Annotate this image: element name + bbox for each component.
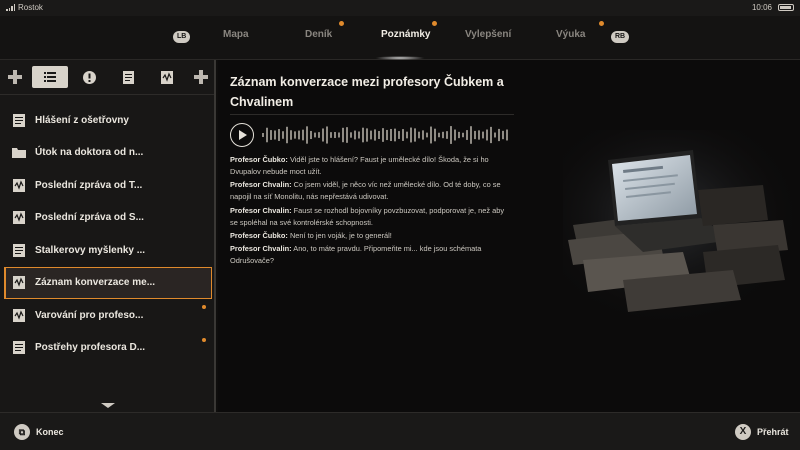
filter-important-button[interactable] (71, 66, 107, 88)
dialogue-line: Profesor Čubko: Viděl jste to hlášení? F… (230, 154, 505, 178)
note-title: Záznam konverzace mezi profesory Čubkem … (230, 75, 504, 109)
tab-denik[interactable]: Deník (305, 21, 345, 40)
document-icon (122, 70, 134, 84)
divider (230, 114, 514, 115)
list-item-label: Poslední zpráva od T... (35, 179, 143, 191)
filter-audio-button[interactable] (149, 66, 185, 88)
list-item[interactable]: Poslední zpráva od T... (0, 169, 214, 202)
dialogue-line: Profesor Čubko: Není to jen voják, je to… (230, 230, 505, 242)
carrier-info: Rostok (6, 3, 43, 12)
audio-document-icon (12, 178, 26, 192)
tab-vyuka[interactable]: Výuka (556, 21, 605, 40)
list-item[interactable]: Varování pro profeso... (0, 299, 214, 332)
filter-bar (6, 66, 210, 88)
list-item-label: Hlášení z ošetřovny (35, 114, 129, 126)
note-body: Profesor Čubko: Viděl jste to hlášení? F… (230, 154, 505, 269)
tab-label: Poznámky (381, 29, 431, 40)
unread-dot (432, 21, 438, 26)
filter-all-button[interactable] (32, 66, 68, 88)
tab-poznamky[interactable]: Poznámky (381, 21, 438, 40)
note-detail: Záznam konverzace mezi profesory Čubkem … (218, 60, 800, 412)
dialogue-line: Profesor Chvalin: Ano, to máte pravdu. P… (230, 243, 505, 267)
speaker-name: Profesor Čubko: (230, 155, 288, 164)
play-button[interactable] (230, 123, 254, 147)
document-icon (12, 341, 26, 355)
x-button-icon[interactable]: X (735, 424, 751, 440)
audio-document-icon (12, 308, 26, 322)
filter-documents-button[interactable] (110, 66, 146, 88)
status-bar: Rostok 10:06 (0, 0, 800, 16)
divider (0, 94, 214, 95)
alert-icon (82, 70, 96, 84)
list-item-label: Útok na doktora od n... (35, 147, 144, 159)
laptop-illustration (563, 130, 793, 320)
play-label[interactable]: Přehrát (757, 427, 789, 437)
list-item-label: Záznam konverzace me... (35, 277, 156, 289)
battery-icon (778, 4, 794, 11)
speaker-name: Profesor Chvalin: (230, 244, 292, 254)
list-item[interactable]: Postřehy profesora D... (0, 332, 214, 365)
list-item[interactable]: Poslední zpráva od S... (0, 202, 214, 235)
audio-document-icon (161, 70, 173, 84)
list-item[interactable]: Hlášení z ošetřovny (0, 104, 214, 137)
audio-player (230, 122, 515, 148)
unread-dot (339, 21, 345, 26)
list-item-label: Varování pro profeso... (35, 309, 144, 321)
dialogue-text: Není to jen voják, je to generál! (289, 230, 392, 240)
speaker-name: Profesor Chvalin: (230, 205, 292, 215)
list-item-label: Poslední zpráva od S... (35, 212, 144, 224)
unread-dot (599, 21, 605, 26)
waveform (262, 126, 508, 144)
list-item-label: Postřehy profesora D... (35, 342, 146, 354)
list-icon (44, 72, 56, 82)
lb-button-hint[interactable]: LB (173, 31, 191, 43)
tab-vylepseni[interactable]: Vylepšení (465, 29, 511, 40)
list-item[interactable]: Záznam konverzace me... (4, 266, 212, 299)
tab-label: Výuka (556, 29, 586, 40)
notes-list: Hlášení z ošetřovny Útok na doktora od n.… (0, 104, 214, 364)
speaker-name: Profesor Čubko: (230, 230, 288, 240)
audio-document-icon (12, 211, 26, 225)
unread-dot (202, 305, 206, 309)
unread-dot (202, 337, 206, 342)
dialogue-line: Profesor Chvalin: Faust se rozhodl bojov… (230, 205, 505, 229)
tab-mapa[interactable]: Mapa (223, 29, 249, 40)
notes-sidebar: Hlášení z ošetřovny Útok na doktora od n.… (0, 60, 216, 412)
list-item[interactable]: Útok na doktora od n... (0, 137, 214, 170)
folder-icon (12, 146, 26, 159)
dialogue-line: Profesor Chvalin: Co jsem viděl, je něco… (230, 179, 505, 203)
clock: 10:06 (751, 3, 772, 12)
document-icon (12, 113, 26, 127)
document-icon (12, 243, 26, 257)
carrier-name: Rostok (18, 3, 43, 12)
back-icon[interactable]: ⧉ (14, 424, 30, 440)
bottom-bar: ⧉ Konec X Přehrát (0, 412, 800, 450)
scroll-down-icon[interactable] (101, 403, 115, 408)
signal-icon (6, 4, 15, 11)
speaker-name: Profesor Chvalin: (230, 180, 292, 190)
back-label[interactable]: Konec (36, 427, 64, 437)
top-navigation: LB Mapa Deník Poznámky Vylepšení Výuka R… (0, 16, 800, 60)
rb-button-hint[interactable]: RB (611, 31, 630, 43)
list-item-label: Stalkerovy myšlenky ... (35, 244, 146, 256)
dpad-right-icon (194, 70, 208, 84)
tab-label: Deník (305, 29, 333, 40)
audio-document-icon (12, 276, 26, 290)
tab-label: Vylepšení (465, 29, 512, 40)
list-item[interactable]: Stalkerovy myšlenky ... (0, 234, 214, 267)
dpad-left-icon (8, 70, 22, 84)
tab-label: Mapa (223, 29, 249, 40)
